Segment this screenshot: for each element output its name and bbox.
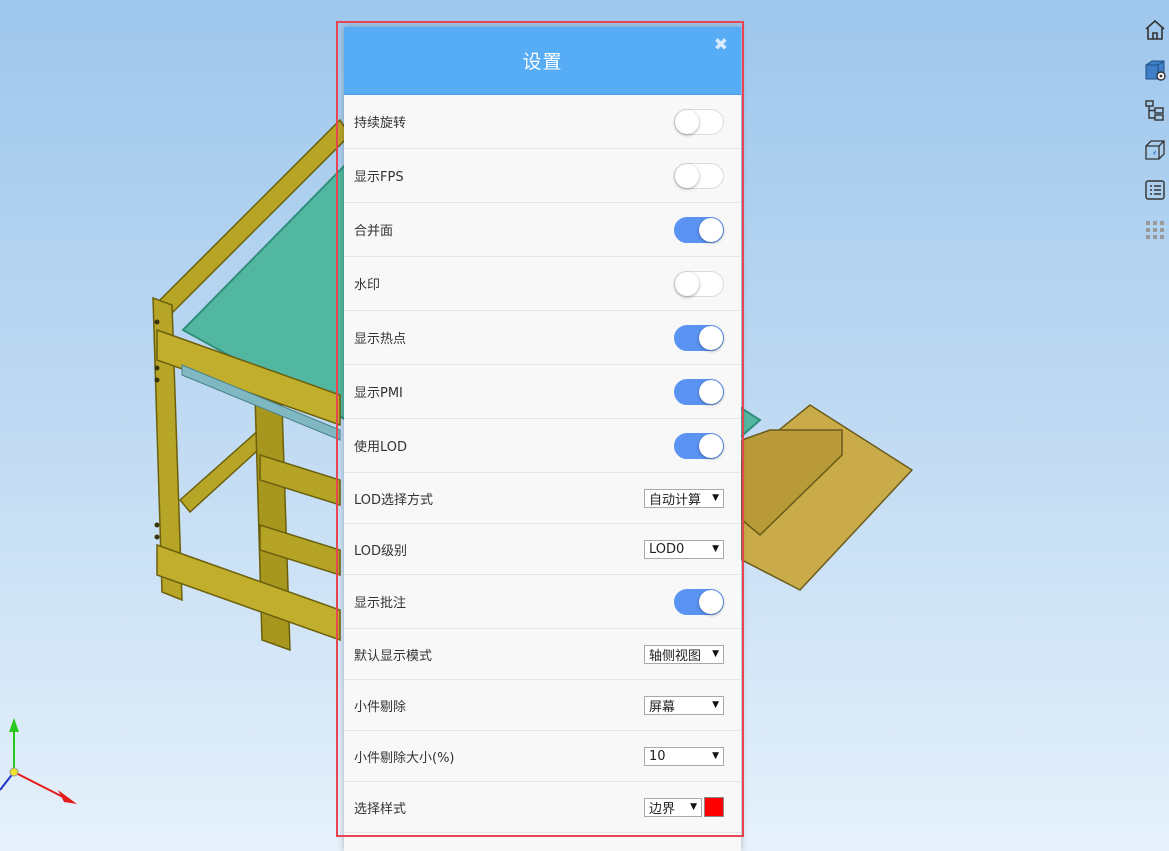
toggle-knob: [699, 589, 723, 614]
select-value: 10: [649, 748, 666, 764]
setting-row-merge-faces: 合并面: [344, 203, 741, 257]
default-display-mode-select[interactable]: 轴侧视图 ▼: [644, 644, 724, 664]
grid-dots-icon: [1145, 221, 1164, 239]
watermark-toggle[interactable]: [674, 270, 724, 297]
setting-label: LOD选择方式: [354, 492, 434, 508]
setting-row-lod-selection-mode: LOD选择方式 自动计算 ▼: [344, 473, 741, 524]
setting-row-show-hotspots: 显示热点: [344, 311, 741, 365]
dropdown-arrow-icon: ▼: [712, 544, 719, 554]
show-hotspots-toggle[interactable]: [674, 324, 724, 351]
toggle-knob: [675, 163, 699, 188]
dropdown-arrow-icon: ▼: [712, 700, 719, 710]
small-part-culling-select[interactable]: 屏幕 ▼: [644, 695, 724, 715]
settings-button[interactable]: [1140, 50, 1169, 90]
setting-row-use-lod: 使用LOD: [344, 419, 741, 473]
axis-x: [13, 771, 66, 799]
lod-level-select[interactable]: LOD0 ▼: [644, 539, 724, 559]
small-part-culling-size-select[interactable]: 10 ▼: [644, 746, 724, 766]
setting-label: 选择样式: [354, 801, 407, 817]
dropdown-arrow-icon: ▼: [712, 751, 719, 761]
toggle-knob: [699, 325, 723, 350]
selection-style-control: 边界 ▼: [644, 797, 724, 817]
show-pmi-toggle[interactable]: [674, 378, 724, 405]
settings-list: 持续旋转显示FPS 合并面水印显示热点显示PMI 使用LOD LOD选择方式 自动计算 ▼…: [344, 95, 741, 833]
continuous-rotation-toggle[interactable]: [674, 108, 724, 135]
setting-row-small-part-culling-size: 小件剔除大小(%) 10 ▼: [344, 731, 741, 782]
select-value: 自动计算: [649, 492, 702, 508]
setting-label: LOD级别: [354, 543, 408, 559]
setting-row-continuous-rotation: 持续旋转: [344, 95, 741, 149]
default-display-mode-control: 轴侧视图 ▼: [644, 644, 724, 664]
setting-label: 显示PMI: [354, 386, 403, 401]
model-tree-button[interactable]: [1140, 90, 1169, 130]
model-bolt: [154, 534, 160, 540]
dropdown-arrow-icon: ▼: [690, 802, 697, 812]
setting-row-watermark: 水印: [344, 257, 741, 311]
small-part-culling-control: 屏幕 ▼: [644, 695, 724, 715]
setting-label: 显示热点: [354, 332, 407, 347]
home-button[interactable]: [1140, 10, 1169, 50]
dropdown-arrow-icon: ▼: [712, 649, 719, 659]
transparency-button[interactable]: [1140, 130, 1169, 170]
setting-label: 水印: [354, 278, 381, 293]
cube-transparent-icon: [1144, 140, 1165, 160]
property-list-icon: [1144, 180, 1165, 200]
toggle-knob: [675, 271, 699, 296]
model-bolt: [154, 319, 160, 325]
setting-row-small-part-culling: 小件剔除 屏幕 ▼: [344, 680, 741, 731]
show-annotations-toggle[interactable]: [674, 588, 724, 615]
cube-settings-icon: [1145, 60, 1166, 81]
setting-row-show-pmi: 显示PMI: [344, 365, 741, 419]
more-tools-button[interactable]: [1140, 210, 1169, 250]
setting-label: 小件剔除: [354, 699, 407, 715]
right-toolbar: [1140, 10, 1169, 250]
settings-title: 设置: [522, 51, 563, 73]
toggle-knob: [699, 379, 723, 404]
setting-row-lod-level: LOD级别 LOD0 ▼: [344, 524, 741, 575]
close-button[interactable]: ✖: [714, 37, 728, 54]
merge-faces-toggle[interactable]: [674, 216, 724, 243]
model-bolt: [154, 365, 160, 371]
use-lod-toggle[interactable]: [674, 432, 724, 459]
lod-level-control: LOD0 ▼: [644, 539, 724, 559]
toggle-knob: [699, 217, 723, 242]
select-value: 屏幕: [649, 699, 676, 715]
axis-origin: [9, 767, 19, 777]
setting-row-selection-style: 选择样式 边界 ▼: [344, 782, 741, 833]
dropdown-arrow-icon: ▼: [712, 493, 719, 503]
properties-button[interactable]: [1140, 170, 1169, 210]
setting-label: 小件剔除大小(%): [354, 750, 455, 766]
select-value: LOD0: [649, 541, 685, 557]
setting-label: 持续旋转: [354, 116, 407, 131]
setting-label: 显示批注: [354, 596, 407, 611]
toggle-knob: [699, 433, 723, 458]
tree-structure-icon: [1144, 100, 1164, 121]
select-value: 轴侧视图: [649, 648, 702, 664]
selection-style-select[interactable]: 边界 ▼: [644, 797, 702, 817]
model-bolt: [154, 522, 160, 528]
setting-row-show-fps: 显示FPS: [344, 149, 741, 203]
selection-color-swatch[interactable]: [704, 797, 724, 817]
model-bolt: [154, 377, 160, 383]
setting-label: 显示FPS: [354, 170, 404, 185]
setting-label: 使用LOD: [354, 440, 408, 455]
show-fps-toggle[interactable]: [674, 162, 724, 189]
setting-row-default-display-mode: 默认显示模式 轴侧视图 ▼: [344, 629, 741, 680]
toggle-knob: [675, 109, 699, 134]
setting-row-show-annotations: 显示批注: [344, 575, 741, 629]
settings-header: 设置 ✖: [344, 27, 741, 95]
axis-y-arrow: [9, 718, 19, 732]
small-part-culling-size-control: 10 ▼: [644, 746, 724, 766]
select-value: 边界: [649, 801, 676, 817]
setting-label: 默认显示模式: [354, 648, 433, 664]
settings-panel: 设置 ✖ 持续旋转显示FPS 合并面水印显示热点显示PMI 使用LOD LOD选择方式…: [344, 27, 741, 851]
lod-selection-mode-select[interactable]: 自动计算 ▼: [644, 488, 724, 508]
home-icon: [1144, 19, 1165, 40]
setting-label: 合并面: [354, 224, 394, 239]
lod-selection-mode-control: 自动计算 ▼: [644, 488, 724, 508]
